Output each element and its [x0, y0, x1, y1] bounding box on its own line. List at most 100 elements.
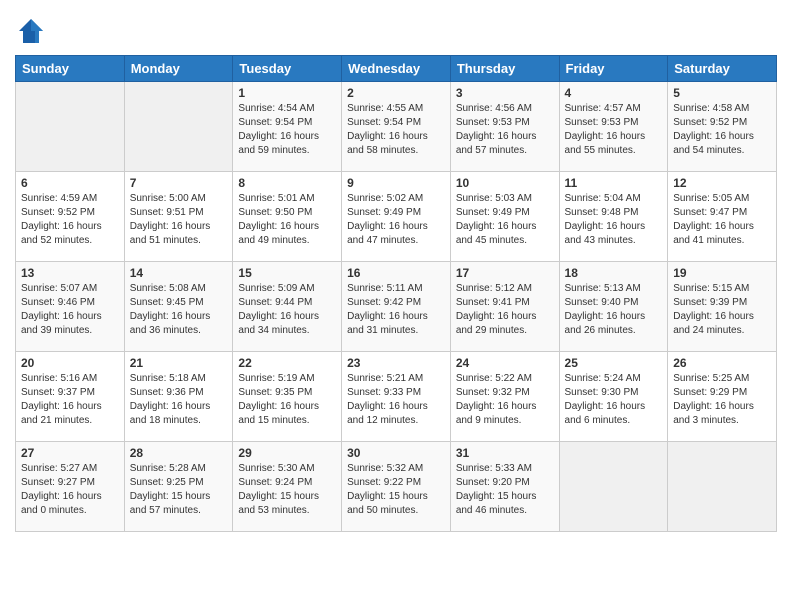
calendar-cell: 30 Sunrise: 5:32 AM Sunset: 9:22 PM Dayli…: [342, 442, 451, 532]
day-number: 8: [238, 176, 336, 190]
day-number: 28: [130, 446, 228, 460]
day-info: Sunrise: 4:55 AM Sunset: 9:54 PM Dayligh…: [347, 102, 445, 158]
calendar-cell: 3 Sunrise: 4:56 AM Sunset: 9:53 PM Daylig…: [450, 82, 559, 172]
calendar-cell: 18 Sunrise: 5:13 AM Sunset: 9:40 PM Dayli…: [559, 262, 668, 352]
day-number: 19: [673, 266, 771, 280]
calendar-cell: 21 Sunrise: 5:18 AM Sunset: 9:36 PM Dayli…: [124, 352, 233, 442]
day-info: Sunrise: 5:09 AM Sunset: 9:44 PM Dayligh…: [238, 282, 336, 338]
calendar-cell: 20Sunrise: 5:16 AM Sunset: 9:37 PM Dayli…: [16, 352, 125, 442]
calendar-cell: 5 Sunrise: 4:58 AM Sunset: 9:52 PM Daylig…: [668, 82, 777, 172]
logo-icon: [15, 15, 47, 47]
calendar-cell: [668, 442, 777, 532]
weekday-header-wednesday: Wednesday: [342, 56, 451, 82]
calendar-cell: 29Sunrise: 5:30 AM Sunset: 9:24 PM Dayli…: [233, 442, 342, 532]
weekday-header-tuesday: Tuesday: [233, 56, 342, 82]
day-info: Sunrise: 5:04 AM Sunset: 9:48 PM Dayligh…: [565, 192, 663, 248]
calendar-cell: 26Sunrise: 5:25 AM Sunset: 9:29 PM Dayli…: [668, 352, 777, 442]
calendar-cell: [124, 82, 233, 172]
day-info: Sunrise: 5:03 AM Sunset: 9:49 PM Dayligh…: [456, 192, 554, 248]
day-number: 31: [456, 446, 554, 460]
day-info: Sunrise: 5:08 AM Sunset: 9:45 PM Dayligh…: [130, 282, 228, 338]
calendar-cell: 27 Sunrise: 5:27 AM Sunset: 9:27 PM Dayli…: [16, 442, 125, 532]
day-number: 7: [130, 176, 228, 190]
day-number: 27: [21, 446, 119, 460]
calendar-cell: 2 Sunrise: 4:55 AM Sunset: 9:54 PM Daylig…: [342, 82, 451, 172]
weekday-header-monday: Monday: [124, 56, 233, 82]
calendar-cell: 24 Sunrise: 5:22 AM Sunset: 9:32 PM Dayli…: [450, 352, 559, 442]
day-info: Sunrise: 5:27 AM Sunset: 9:27 PM Dayligh…: [21, 462, 119, 518]
day-info: Sunrise: 5:11 AM Sunset: 9:42 PM Dayligh…: [347, 282, 445, 338]
calendar-cell: 14 Sunrise: 5:08 AM Sunset: 9:45 PM Dayli…: [124, 262, 233, 352]
day-info: Sunrise: 5:02 AM Sunset: 9:49 PM Dayligh…: [347, 192, 445, 248]
calendar-cell: 4Sunrise: 4:57 AM Sunset: 9:53 PM Daylig…: [559, 82, 668, 172]
calendar-cell: 13 Sunrise: 5:07 AM Sunset: 9:46 PM Dayli…: [16, 262, 125, 352]
day-number: 13: [21, 266, 119, 280]
day-info: Sunrise: 5:13 AM Sunset: 9:40 PM Dayligh…: [565, 282, 663, 338]
calendar-cell: 22Sunrise: 5:19 AM Sunset: 9:35 PM Dayli…: [233, 352, 342, 442]
calendar-cell: 17Sunrise: 5:12 AM Sunset: 9:41 PM Dayli…: [450, 262, 559, 352]
calendar-cell: 15Sunrise: 5:09 AM Sunset: 9:44 PM Dayli…: [233, 262, 342, 352]
calendar-cell: 9 Sunrise: 5:02 AM Sunset: 9:49 PM Daylig…: [342, 172, 451, 262]
calendar-cell: [16, 82, 125, 172]
day-info: Sunrise: 5:28 AM Sunset: 9:25 PM Dayligh…: [130, 462, 228, 518]
weekday-header-friday: Friday: [559, 56, 668, 82]
header: [15, 10, 777, 47]
day-info: Sunrise: 4:54 AM Sunset: 9:54 PM Dayligh…: [238, 102, 336, 158]
calendar-cell: 7Sunrise: 5:00 AM Sunset: 9:51 PM Daylig…: [124, 172, 233, 262]
day-info: Sunrise: 5:33 AM Sunset: 9:20 PM Dayligh…: [456, 462, 554, 518]
calendar-table: SundayMondayTuesdayWednesdayThursdayFrid…: [15, 55, 777, 532]
calendar-cell: 31 Sunrise: 5:33 AM Sunset: 9:20 PM Dayli…: [450, 442, 559, 532]
calendar-cell: 8 Sunrise: 5:01 AM Sunset: 9:50 PM Daylig…: [233, 172, 342, 262]
calendar-cell: 6Sunrise: 4:59 AM Sunset: 9:52 PM Daylig…: [16, 172, 125, 262]
week-row-1: 1 Sunrise: 4:54 AM Sunset: 9:54 PM Daylig…: [16, 82, 777, 172]
day-number: 21: [130, 356, 228, 370]
logo: [15, 15, 51, 47]
week-row-3: 13 Sunrise: 5:07 AM Sunset: 9:46 PM Dayli…: [16, 262, 777, 352]
day-number: 14: [130, 266, 228, 280]
weekday-header-sunday: Sunday: [16, 56, 125, 82]
page: SundayMondayTuesdayWednesdayThursdayFrid…: [0, 0, 792, 612]
day-info: Sunrise: 5:21 AM Sunset: 9:33 PM Dayligh…: [347, 372, 445, 428]
day-info: Sunrise: 4:57 AM Sunset: 9:53 PM Dayligh…: [565, 102, 663, 158]
week-row-5: 27 Sunrise: 5:27 AM Sunset: 9:27 PM Dayli…: [16, 442, 777, 532]
day-info: Sunrise: 5:18 AM Sunset: 9:36 PM Dayligh…: [130, 372, 228, 428]
calendar-cell: 16 Sunrise: 5:11 AM Sunset: 9:42 PM Dayli…: [342, 262, 451, 352]
day-info: Sunrise: 5:32 AM Sunset: 9:22 PM Dayligh…: [347, 462, 445, 518]
day-number: 2: [347, 86, 445, 100]
calendar-cell: [559, 442, 668, 532]
calendar-cell: 12 Sunrise: 5:05 AM Sunset: 9:47 PM Dayli…: [668, 172, 777, 262]
day-info: Sunrise: 5:05 AM Sunset: 9:47 PM Dayligh…: [673, 192, 771, 248]
day-info: Sunrise: 5:24 AM Sunset: 9:30 PM Dayligh…: [565, 372, 663, 428]
day-info: Sunrise: 5:07 AM Sunset: 9:46 PM Dayligh…: [21, 282, 119, 338]
day-number: 23: [347, 356, 445, 370]
day-number: 3: [456, 86, 554, 100]
day-number: 11: [565, 176, 663, 190]
calendar-cell: 25 Sunrise: 5:24 AM Sunset: 9:30 PM Dayli…: [559, 352, 668, 442]
day-info: Sunrise: 5:16 AM Sunset: 9:37 PM Dayligh…: [21, 372, 119, 428]
calendar-cell: 1 Sunrise: 4:54 AM Sunset: 9:54 PM Daylig…: [233, 82, 342, 172]
day-number: 16: [347, 266, 445, 280]
day-info: Sunrise: 4:56 AM Sunset: 9:53 PM Dayligh…: [456, 102, 554, 158]
day-number: 12: [673, 176, 771, 190]
calendar-cell: 23 Sunrise: 5:21 AM Sunset: 9:33 PM Dayli…: [342, 352, 451, 442]
day-number: 10: [456, 176, 554, 190]
day-number: 22: [238, 356, 336, 370]
day-number: 25: [565, 356, 663, 370]
day-number: 1: [238, 86, 336, 100]
day-number: 30: [347, 446, 445, 460]
day-number: 9: [347, 176, 445, 190]
day-info: Sunrise: 5:25 AM Sunset: 9:29 PM Dayligh…: [673, 372, 771, 428]
day-info: Sunrise: 5:01 AM Sunset: 9:50 PM Dayligh…: [238, 192, 336, 248]
weekday-header-row: SundayMondayTuesdayWednesdayThursdayFrid…: [16, 56, 777, 82]
day-info: Sunrise: 5:22 AM Sunset: 9:32 PM Dayligh…: [456, 372, 554, 428]
calendar-cell: 11 Sunrise: 5:04 AM Sunset: 9:48 PM Dayli…: [559, 172, 668, 262]
day-info: Sunrise: 4:59 AM Sunset: 9:52 PM Dayligh…: [21, 192, 119, 248]
day-number: 5: [673, 86, 771, 100]
calendar-cell: 19Sunrise: 5:15 AM Sunset: 9:39 PM Dayli…: [668, 262, 777, 352]
day-info: Sunrise: 5:30 AM Sunset: 9:24 PM Dayligh…: [238, 462, 336, 518]
day-number: 24: [456, 356, 554, 370]
day-number: 17: [456, 266, 554, 280]
day-number: 18: [565, 266, 663, 280]
calendar-cell: 28 Sunrise: 5:28 AM Sunset: 9:25 PM Dayli…: [124, 442, 233, 532]
day-info: Sunrise: 4:58 AM Sunset: 9:52 PM Dayligh…: [673, 102, 771, 158]
